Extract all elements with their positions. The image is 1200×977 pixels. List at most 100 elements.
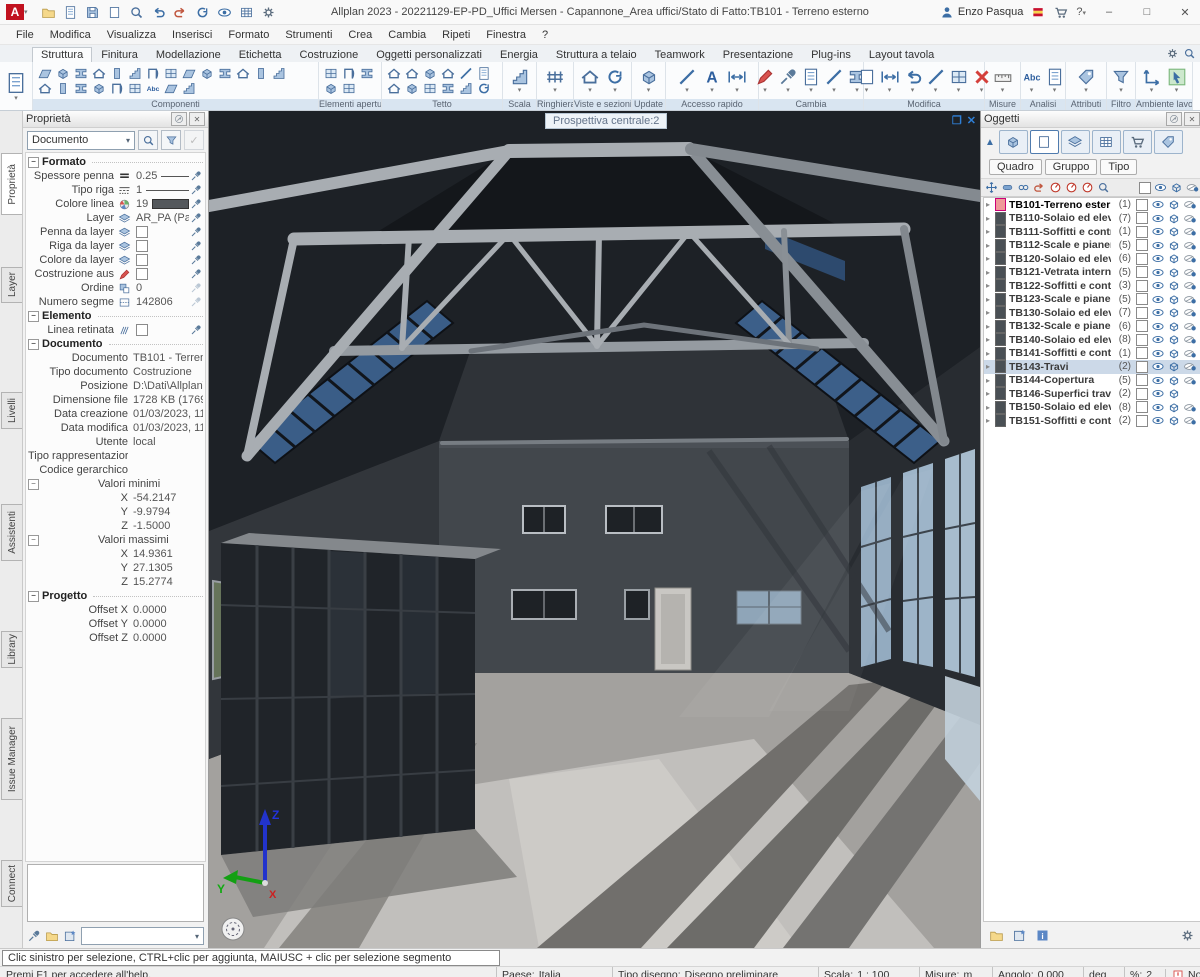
search-icon[interactable] (1183, 47, 1196, 60)
side-tab-library[interactable]: Library (1, 631, 22, 668)
checkbox[interactable] (1136, 307, 1148, 319)
stairs-icon[interactable] (271, 66, 287, 81)
folder-icon[interactable] (40, 4, 57, 21)
menu-cambia[interactable]: Cambia (380, 29, 434, 41)
cube-3d-icon[interactable] (1166, 266, 1182, 279)
page-icon[interactable] (106, 4, 123, 21)
tab-presentazione[interactable]: Presentazione (714, 47, 802, 62)
checkbox[interactable] (1136, 266, 1148, 278)
window-icon[interactable] (323, 66, 339, 81)
layers-icon[interactable] (1061, 130, 1090, 154)
viewport-close-icon[interactable]: ✕ (967, 114, 976, 127)
redo-icon[interactable] (172, 4, 189, 21)
wall-icon[interactable] (37, 66, 53, 81)
dim-icon[interactable]: ▾ (880, 67, 900, 94)
roof-icon[interactable] (235, 66, 251, 81)
object-row[interactable]: ▸TB123-Scale e pianerottoli(5) (984, 293, 1200, 307)
expand-icon[interactable]: ▸ (986, 200, 995, 209)
expand-icon[interactable]: ▸ (986, 376, 995, 385)
pipette-icon[interactable] (189, 184, 203, 196)
sort-button-gruppo[interactable]: Gruppo (1045, 159, 1098, 175)
panel-settings-icon[interactable] (1166, 112, 1182, 126)
a-icon[interactable]: ▾ (701, 67, 723, 94)
pipette-icon[interactable] (189, 296, 203, 308)
visibility-eye-icon[interactable] (1150, 212, 1166, 225)
cursor-icon[interactable]: ▾ (1166, 67, 1188, 94)
visibility-eye-icon[interactable] (1150, 374, 1166, 387)
draw-state-icon[interactable] (1182, 360, 1198, 373)
object-row[interactable]: ▸TB122-Soffitti e controsoffi...(3) (984, 279, 1200, 293)
visibility-eye-icon[interactable] (1150, 293, 1166, 306)
page-icon[interactable]: ▾ (857, 67, 877, 94)
roof-icon[interactable] (37, 81, 53, 96)
grid-icon[interactable] (1092, 130, 1121, 154)
viewport-tab-label[interactable]: Prospettiva centrale:2 (545, 113, 667, 129)
tag-icon[interactable] (1154, 130, 1183, 154)
gauge-icon[interactable] (1065, 181, 1078, 194)
cube3d-icon[interactable] (1170, 181, 1183, 194)
visibility-eye-icon[interactable] (1150, 225, 1166, 238)
visibility-eye-icon[interactable] (1150, 252, 1166, 265)
side-tab-livelli[interactable]: Livelli (1, 392, 22, 429)
open-folder-icon[interactable] (45, 929, 59, 943)
minimize-button[interactable]: – (1094, 1, 1124, 23)
object-row[interactable]: ▸TB151-Soffitti e controsoffi...(2) (984, 414, 1200, 428)
visibility-eye-icon[interactable] (1150, 198, 1166, 211)
visibility-eye-icon[interactable] (1150, 387, 1166, 400)
tab-plug-ins[interactable]: Plug-ins (802, 47, 860, 62)
abc-icon[interactable] (145, 81, 161, 96)
stairs-icon[interactable] (127, 66, 143, 81)
checkbox[interactable] (1136, 320, 1148, 332)
visibility-eye-icon[interactable] (1150, 333, 1166, 346)
tab-energia[interactable]: Energia (491, 47, 547, 62)
checkbox[interactable] (1136, 388, 1148, 400)
stairs-icon[interactable]: ▾ (509, 67, 531, 94)
checkbox[interactable] (136, 226, 148, 238)
pipette-icon[interactable] (189, 240, 203, 252)
allplan-logo-icon[interactable]: A (6, 4, 24, 20)
line-icon[interactable]: ▾ (676, 67, 698, 94)
door-icon[interactable] (145, 66, 161, 81)
cube-3d-icon[interactable] (1166, 306, 1182, 319)
expand-icon[interactable]: ▸ (986, 281, 995, 290)
object-row[interactable]: ▸TB150-Solaio ed elevazioni(8) (984, 401, 1200, 415)
visibility-eye-icon[interactable] (1150, 239, 1166, 252)
menu-modifica[interactable]: Modifica (42, 29, 99, 41)
shop-cart-icon[interactable] (1053, 5, 1068, 20)
eye-icon[interactable] (1154, 181, 1167, 194)
viewport[interactable]: Prospettiva centrale:2 ❐ ✕ (209, 111, 981, 948)
settings-gear-icon[interactable] (1166, 47, 1179, 60)
collapse-icon[interactable]: − (28, 339, 39, 350)
redo-icon[interactable] (1033, 181, 1046, 194)
cube-3d-icon[interactable] (1166, 387, 1182, 400)
pipette-icon[interactable]: ▾ (778, 67, 798, 94)
draw-state-icon[interactable] (1182, 306, 1198, 319)
magnifier-icon[interactable] (128, 4, 145, 21)
tab-layout-tavola[interactable]: Layout tavola (860, 47, 943, 62)
draw-state-icon[interactable] (1182, 320, 1198, 333)
pipette-icon[interactable] (27, 929, 41, 943)
close-button[interactable]: ✕ (1170, 1, 1200, 23)
menu-inserisci[interactable]: Inserisci (164, 29, 220, 41)
menu-item[interactable]: ? (534, 29, 556, 41)
window-icon[interactable] (422, 81, 438, 96)
checkbox[interactable] (1136, 199, 1148, 211)
expand-icon[interactable]: ▸ (986, 349, 995, 358)
roof-icon[interactable] (404, 66, 420, 81)
column-icon[interactable] (253, 66, 269, 81)
expand-icon[interactable]: ▸ (986, 268, 995, 277)
tab-struttura[interactable]: Struttura (32, 47, 92, 62)
gear-icon[interactable] (1180, 928, 1195, 943)
cube-3d-icon[interactable] (1166, 347, 1182, 360)
cube-icon[interactable] (323, 81, 339, 96)
collapse-icon[interactable]: − (28, 157, 39, 168)
funnel-icon[interactable]: ▾ (1110, 67, 1132, 94)
pipette-icon[interactable] (189, 198, 203, 210)
pencil-icon[interactable]: ▾ (755, 67, 775, 94)
cube-icon[interactable] (404, 81, 420, 96)
pipette-icon[interactable] (189, 282, 203, 294)
draw-state-icon[interactable] (1182, 252, 1198, 265)
draw-state-icon[interactable] (1182, 347, 1198, 360)
checkbox[interactable] (1136, 347, 1148, 359)
cube-icon[interactable] (91, 81, 107, 96)
